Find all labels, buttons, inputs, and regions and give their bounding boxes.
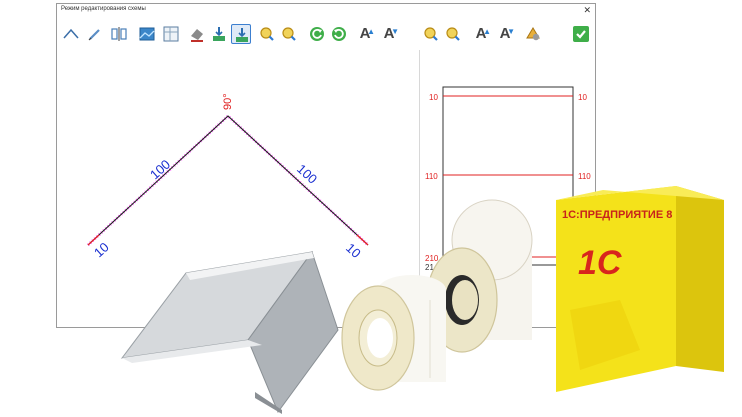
title-bar: Режим редактирования схемы ✕ xyxy=(57,4,595,18)
print-settings-icon[interactable] xyxy=(523,24,543,44)
toolbar: A ▲ A ▼ A ▲ A ▼ xyxy=(57,19,595,49)
roll-font-increase-icon[interactable]: A ▲ xyxy=(471,24,491,44)
pencil-tool-icon[interactable] xyxy=(85,24,105,44)
window-title: Режим редактирования схемы xyxy=(61,6,146,12)
font-decrease-icon[interactable]: A ▼ xyxy=(379,24,399,44)
image-view-icon[interactable] xyxy=(137,24,157,44)
rotate-left-icon[interactable] xyxy=(307,24,327,44)
scheme-editor-window: Режим редактирования схемы ✕ A ▲ A ▼ A ▲… xyxy=(56,3,596,328)
font-increase-icon[interactable]: A ▲ xyxy=(355,24,375,44)
roll-zoom-in-icon[interactable] xyxy=(421,24,441,44)
close-icon[interactable]: ✕ xyxy=(583,4,591,17)
roll-font-decrease-icon[interactable]: A ▼ xyxy=(495,24,515,44)
line-tool-icon[interactable] xyxy=(61,24,81,44)
mirror-tool-icon[interactable] xyxy=(109,24,129,44)
eraser-icon[interactable] xyxy=(187,24,207,44)
roll-zoom-out-icon[interactable] xyxy=(443,24,463,44)
export-icon[interactable] xyxy=(231,24,251,44)
zoom-out-icon[interactable] xyxy=(279,24,299,44)
grid-view-icon[interactable] xyxy=(161,24,181,44)
pane-divider xyxy=(419,50,420,326)
zoom-in-icon[interactable] xyxy=(257,24,277,44)
rotate-right-icon[interactable] xyxy=(329,24,349,44)
confirm-icon[interactable] xyxy=(571,24,591,44)
import-icon[interactable] xyxy=(209,24,229,44)
